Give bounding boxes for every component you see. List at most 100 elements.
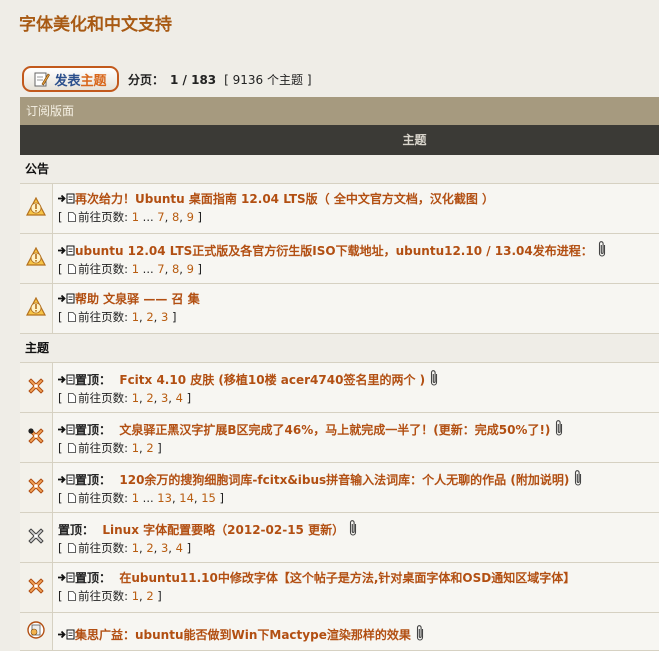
pagination: 分页： 1 / 183 [ 9136 个主题 ] [128, 71, 312, 88]
page-ellipsis: ... [142, 210, 154, 224]
topic-main-cell: 置顶： Fcitx 4.10 皮肤 (移植10楼 acer4740签名里的两个 … [53, 363, 659, 412]
topic-row: 置顶： 120余万的搜狗细胞词库-fcitx&ibus拼音输入法词库：个人无聊的… [20, 463, 659, 513]
page-link[interactable]: 8 [172, 262, 179, 276]
subscribe-forum-link[interactable]: 订阅版面 [20, 97, 659, 125]
go-to-new-post-icon[interactable] [58, 191, 75, 204]
topic-status-cell [20, 563, 53, 612]
page-link[interactable]: 7 [157, 210, 164, 224]
topic-status-cell [20, 513, 53, 562]
sticky-prefix: 置顶： [75, 571, 112, 585]
column-header-topics: 主题 [20, 125, 659, 155]
topic-title-line: 置顶： Fcitx 4.10 皮肤 (移植10楼 acer4740签名里的两个 … [58, 369, 659, 389]
sticky-prefix: 置顶： [58, 523, 95, 537]
topic-title-link[interactable]: 集思广益：ubuntu能否做到Win下Mactype渲染那样的效果 [75, 628, 411, 642]
page-link[interactable]: 2 [146, 391, 153, 405]
topic-row: ubuntu 12.04 LTS正式版及各官方衍生版ISO下载地址，ubuntu… [20, 234, 659, 284]
new-topic-button[interactable]: 发表 主题 [22, 66, 119, 92]
topic-title-line: 置顶： 120余万的搜狗细胞词库-fcitx&ibus拼音输入法词库：个人无聊的… [58, 469, 659, 489]
go-to-new-post-icon[interactable] [58, 243, 75, 256]
goto-label: 前往页数: [78, 310, 129, 324]
topic-status-cell [20, 463, 53, 512]
page-link[interactable]: 7 [157, 262, 164, 276]
pencil-icon [34, 72, 51, 87]
page-link[interactable]: 4 [176, 541, 183, 555]
page-link[interactable]: 1 [132, 391, 139, 405]
topic-title-link[interactable]: 120余万的搜狗细胞词库-fcitx&ibus拼音输入法词库：个人无聊的作品 (… [119, 473, 569, 487]
attachment-icon [572, 469, 584, 487]
topic-title-link[interactable]: 再次给力！Ubuntu 桌面指南 12.04 LTS版（ 全中文官方文档，汉化截… [75, 192, 494, 206]
sticky-topic-icon [26, 476, 46, 499]
topic-title-link[interactable]: Fcitx 4.10 皮肤 (移植10楼 acer4740签名里的两个 ) [119, 373, 425, 387]
go-to-new-post-icon[interactable] [58, 291, 75, 304]
topic-main-cell: 置顶： 在ubuntu11.10中修改字体【这个帖子是方法,针对桌面字体和OSD… [53, 563, 659, 612]
topic-list: 订阅版面 主题 公告 再次给力！Ubuntu 桌面指南 12.04 LTS版（ … [20, 97, 659, 651]
section-announcements: 公告 [20, 155, 659, 184]
topic-main-cell: ubuntu 12.04 LTS正式版及各官方衍生版ISO下载地址，ubuntu… [53, 234, 659, 283]
sticky-prefix: 置顶： [75, 473, 112, 487]
topic-title-line: 集思广益：ubuntu能否做到Win下Mactype渲染那样的效果 [58, 624, 659, 644]
page-link[interactable]: 13 [157, 491, 172, 505]
topic-title-line: 置顶： Linux 字体配置要略（2012-02-15 更新） [58, 519, 659, 539]
page-link[interactable]: 4 [176, 391, 183, 405]
topic-title-link[interactable]: 帮助 文泉驿 —— 召 集 [75, 292, 200, 306]
page-link[interactable]: 2 [146, 541, 153, 555]
page-ellipsis: ... [142, 491, 154, 505]
topic-title-line: ubuntu 12.04 LTS正式版及各官方衍生版ISO下载地址，ubuntu… [58, 240, 659, 260]
page-link[interactable]: 1 [132, 310, 139, 324]
page-icon [68, 261, 77, 274]
topic-status-cell [20, 413, 53, 462]
topic-row: 帮助 文泉驿 —— 召 集 [ 前往页数: 1, 2, 3 ] [20, 284, 659, 334]
page-icon [68, 588, 77, 601]
go-to-new-post-icon[interactable] [58, 422, 75, 435]
topic-title-link[interactable]: 在ubuntu11.10中修改字体【这个帖子是方法,针对桌面字体和OSD通知区域… [119, 571, 575, 585]
go-to-new-post-icon[interactable] [58, 627, 75, 640]
page-link[interactable]: 2 [146, 441, 153, 455]
topic-title-line: 再次给力！Ubuntu 桌面指南 12.04 LTS版（ 全中文官方文档，汉化截… [58, 190, 659, 208]
topic-title-link[interactable]: ubuntu 12.04 LTS正式版及各官方衍生版ISO下载地址，ubuntu… [75, 244, 593, 258]
go-to-new-post-icon[interactable] [58, 472, 75, 485]
attachment-icon [414, 624, 426, 642]
page-link[interactable]: 3 [161, 541, 168, 555]
page-link[interactable]: 1 [132, 491, 139, 505]
page-link[interactable]: 1 [132, 441, 139, 455]
attachment-icon [553, 419, 565, 437]
page-link[interactable]: 2 [146, 589, 153, 603]
page-link[interactable]: 14 [179, 491, 194, 505]
page-link[interactable]: 1 [132, 541, 139, 555]
page-link[interactable]: 9 [187, 210, 194, 224]
sticky-topic-icon [26, 376, 46, 399]
page-link[interactable]: 1 [132, 589, 139, 603]
go-to-new-post-icon[interactable] [58, 372, 75, 385]
new-topic-label-accent: 主题 [80, 73, 107, 89]
page-link[interactable]: 3 [161, 310, 168, 324]
goto-pages: [ 前往页数: 1, 2, 3, 4 ] [58, 391, 192, 405]
topic-title-line: 置顶： 在ubuntu11.10中修改字体【这个帖子是方法,针对桌面字体和OSD… [58, 569, 659, 587]
page-icon [68, 440, 77, 453]
page-link[interactable]: 1 [132, 210, 139, 224]
topic-icon [26, 620, 46, 643]
goto-pages: [ 前往页数: 1, 2 ] [58, 588, 162, 603]
page-ellipsis: ... [142, 262, 154, 276]
topic-status-cell [20, 613, 53, 650]
topic-title-link[interactable]: Linux 字体配置要略（2012-02-15 更新） [102, 523, 344, 537]
page-link[interactable]: 3 [161, 391, 168, 405]
go-to-new-post-icon[interactable] [58, 570, 75, 583]
forum-title: 字体美化和中文支持 [19, 15, 172, 35]
topic-toolbar: 发表 主题 分页： 1 / 183 [ 9136 个主题 ] [22, 66, 312, 92]
goto-label: 前往页数: [78, 391, 129, 405]
goto-label: 前往页数: [78, 589, 129, 603]
page-link[interactable]: 2 [146, 310, 153, 324]
topic-count: [ 9136 个主题 ] [224, 72, 312, 87]
attachment-icon [428, 369, 440, 387]
topic-title-link[interactable]: 文泉驿正黑汉字扩展B区完成了46%，马上就完成一半了！(更新：完成50%了!) [119, 423, 550, 437]
page-link[interactable]: 8 [172, 210, 179, 224]
page-link[interactable]: 15 [201, 491, 216, 505]
page-link[interactable]: 1 [132, 262, 139, 276]
goto-pages: [ 前往页数: 1, 2, 3, 4 ] [58, 541, 192, 555]
topic-row: 置顶： 在ubuntu11.10中修改字体【这个帖子是方法,针对桌面字体和OSD… [20, 563, 659, 613]
announcement-icon [26, 246, 46, 270]
sticky-topic-icon [26, 526, 46, 549]
page-icon [68, 209, 77, 222]
page-link[interactable]: 9 [187, 262, 194, 276]
goto-label: 前往页数: [78, 262, 129, 276]
